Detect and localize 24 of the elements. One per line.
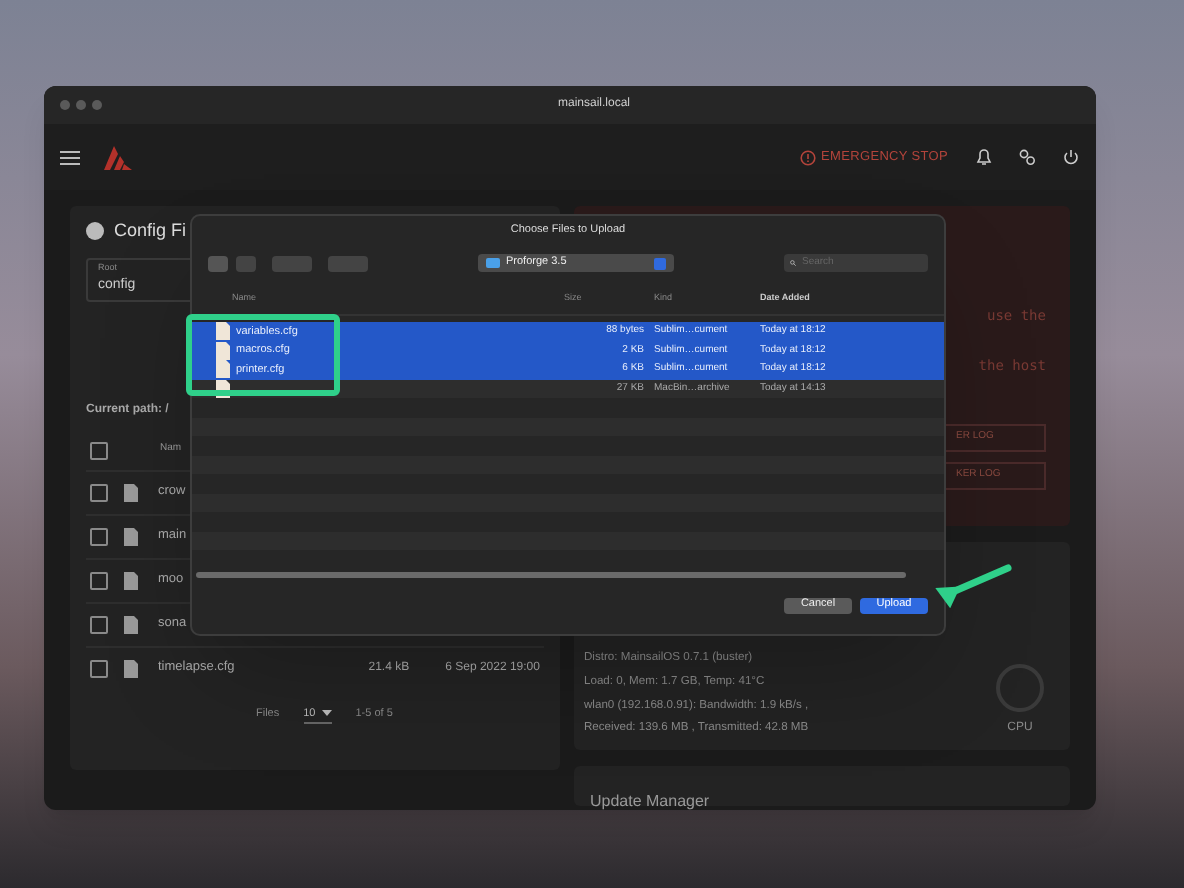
power-icon[interactable]: [1062, 148, 1080, 166]
arrow-annotation: [932, 564, 1012, 608]
logo-icon: [104, 145, 132, 169]
bell-icon[interactable]: [976, 148, 992, 166]
checkbox[interactable]: [90, 659, 108, 677]
search-icon: [790, 258, 796, 268]
cpu-gauge: [996, 664, 1044, 712]
folder-icon: [486, 258, 500, 268]
checkbox[interactable]: [90, 615, 108, 633]
card-title: Update Manager: [590, 792, 710, 810]
checkbox[interactable]: [90, 483, 108, 501]
card-title: Config Fi: [114, 218, 187, 244]
file-icon: [124, 571, 138, 589]
file-icon: [124, 483, 138, 501]
warning-icon: [799, 149, 816, 165]
file-icon: [124, 659, 138, 677]
checkbox[interactable]: [90, 527, 108, 545]
checkbox[interactable]: [90, 441, 108, 459]
file-icon: [124, 527, 138, 545]
checkbox[interactable]: [90, 571, 108, 589]
file-icon: [124, 615, 138, 633]
caret-icon: [321, 710, 332, 717]
scrollbar[interactable]: [196, 571, 906, 577]
menu-icon[interactable]: [60, 149, 80, 165]
